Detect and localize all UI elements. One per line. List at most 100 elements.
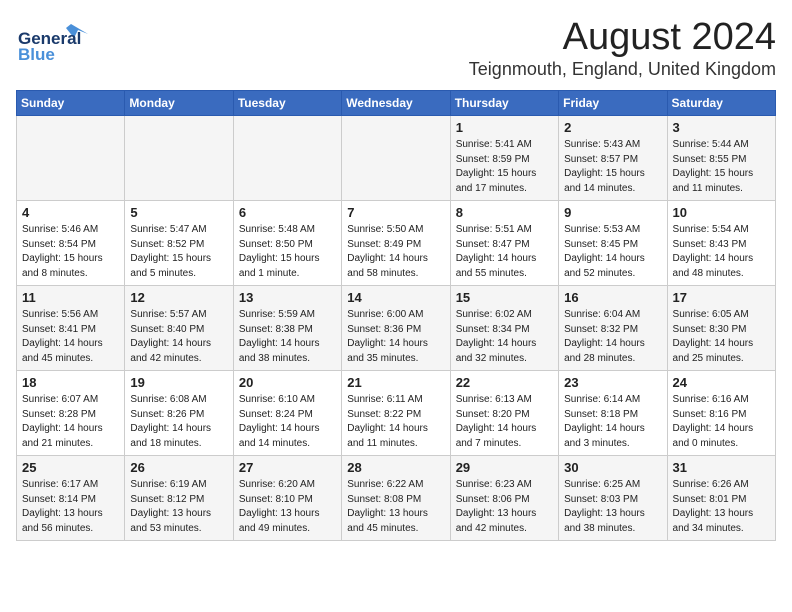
weekday-header: Thursday: [450, 91, 558, 116]
calendar-week: 18 Sunrise: 6:07 AM Sunset: 8:28 PM Dayli…: [17, 371, 776, 456]
calendar-cell: 13 Sunrise: 5:59 AM Sunset: 8:38 PM Dayli…: [233, 286, 341, 371]
calendar-cell: [125, 116, 233, 201]
cell-info: Sunrise: 5:43 AM Sunset: 8:57 PM Dayligh…: [564, 138, 661, 196]
day-number: 11: [22, 290, 119, 305]
cell-info: Sunrise: 5:59 AM Sunset: 8:38 PM Dayligh…: [239, 308, 336, 366]
day-number: 14: [347, 290, 444, 305]
header-row: SundayMondayTuesdayWednesdayThursdayFrid…: [17, 91, 776, 116]
weekday-header: Tuesday: [233, 91, 341, 116]
day-number: 18: [22, 375, 119, 390]
day-number: 3: [673, 120, 770, 135]
day-number: 13: [239, 290, 336, 305]
calendar-cell: 3Sunrise: 5:44 AM Sunset: 8:55 PM Daylig…: [667, 116, 775, 201]
calendar-table: SundayMondayTuesdayWednesdayThursdayFrid…: [16, 90, 776, 541]
cell-info: Sunrise: 6:19 AM Sunset: 8:12 PM Dayligh…: [130, 478, 227, 536]
day-number: 17: [673, 290, 770, 305]
calendar-cell: 21 Sunrise: 6:11 AM Sunset: 8:22 PM Dayli…: [342, 371, 450, 456]
day-number: 8: [456, 205, 553, 220]
title-block: August 2024 Teignmouth, England, United …: [469, 16, 776, 80]
cell-info: Sunrise: 6:17 AM Sunset: 8:14 PM Dayligh…: [22, 478, 119, 536]
cell-info: Sunrise: 6:23 AM Sunset: 8:06 PM Dayligh…: [456, 478, 553, 536]
cell-info: Sunrise: 6:07 AM Sunset: 8:28 PM Dayligh…: [22, 393, 119, 451]
day-number: 24: [673, 375, 770, 390]
weekday-header: Wednesday: [342, 91, 450, 116]
calendar-cell: 29 Sunrise: 6:23 AM Sunset: 8:06 PM Dayli…: [450, 456, 558, 541]
day-number: 22: [456, 375, 553, 390]
day-number: 4: [22, 205, 119, 220]
calendar-cell: 2 Sunrise: 5:43 AM Sunset: 8:57 PM Daylig…: [559, 116, 667, 201]
calendar-cell: 16Sunrise: 6:04 AM Sunset: 8:32 PM Dayli…: [559, 286, 667, 371]
calendar-cell: 26 Sunrise: 6:19 AM Sunset: 8:12 PM Dayli…: [125, 456, 233, 541]
weekday-header: Saturday: [667, 91, 775, 116]
day-number: 25: [22, 460, 119, 475]
calendar-cell: 15 Sunrise: 6:02 AM Sunset: 8:34 PM Dayli…: [450, 286, 558, 371]
day-number: 21: [347, 375, 444, 390]
cell-info: Sunrise: 6:08 AM Sunset: 8:26 PM Dayligh…: [130, 393, 227, 451]
calendar-week: 11 Sunrise: 5:56 AM Sunset: 8:41 PM Dayli…: [17, 286, 776, 371]
day-number: 2: [564, 120, 661, 135]
cell-info: Sunrise: 5:57 AM Sunset: 8:40 PM Dayligh…: [130, 308, 227, 366]
calendar-cell: 8Sunrise: 5:51 AM Sunset: 8:47 PM Daylig…: [450, 201, 558, 286]
cell-info: Sunrise: 6:26 AM Sunset: 8:01 PM Dayligh…: [673, 478, 770, 536]
day-number: 29: [456, 460, 553, 475]
weekday-header: Sunday: [17, 91, 125, 116]
cell-info: Sunrise: 5:54 AM Sunset: 8:43 PM Dayligh…: [673, 223, 770, 281]
calendar-week: 25 Sunrise: 6:17 AM Sunset: 8:14 PM Dayli…: [17, 456, 776, 541]
calendar-cell: 28 Sunrise: 6:22 AM Sunset: 8:08 PM Dayli…: [342, 456, 450, 541]
calendar-cell: 14Sunrise: 6:00 AM Sunset: 8:36 PM Dayli…: [342, 286, 450, 371]
subtitle: Teignmouth, England, United Kingdom: [469, 59, 776, 80]
calendar-cell: 9Sunrise: 5:53 AM Sunset: 8:45 PM Daylig…: [559, 201, 667, 286]
calendar-cell: 6Sunrise: 5:48 AM Sunset: 8:50 PM Daylig…: [233, 201, 341, 286]
calendar-cell: 18 Sunrise: 6:07 AM Sunset: 8:28 PM Dayli…: [17, 371, 125, 456]
day-number: 6: [239, 205, 336, 220]
calendar-cell: [342, 116, 450, 201]
calendar-cell: 22 Sunrise: 6:13 AM Sunset: 8:20 PM Dayli…: [450, 371, 558, 456]
weekday-header: Friday: [559, 91, 667, 116]
cell-info: Sunrise: 5:50 AM Sunset: 8:49 PM Dayligh…: [347, 223, 444, 281]
cell-info: Sunrise: 6:25 AM Sunset: 8:03 PM Dayligh…: [564, 478, 661, 536]
cell-info: Sunrise: 6:05 AM Sunset: 8:30 PM Dayligh…: [673, 308, 770, 366]
day-number: 16: [564, 290, 661, 305]
calendar-cell: 5Sunrise: 5:47 AM Sunset: 8:52 PM Daylig…: [125, 201, 233, 286]
day-number: 5: [130, 205, 227, 220]
cell-info: Sunrise: 5:53 AM Sunset: 8:45 PM Dayligh…: [564, 223, 661, 281]
cell-info: Sunrise: 6:02 AM Sunset: 8:34 PM Dayligh…: [456, 308, 553, 366]
day-number: 7: [347, 205, 444, 220]
calendar-cell: 25 Sunrise: 6:17 AM Sunset: 8:14 PM Dayli…: [17, 456, 125, 541]
calendar-cell: 10Sunrise: 5:54 AM Sunset: 8:43 PM Dayli…: [667, 201, 775, 286]
cell-info: Sunrise: 6:16 AM Sunset: 8:16 PM Dayligh…: [673, 393, 770, 451]
calendar-cell: 30Sunrise: 6:25 AM Sunset: 8:03 PM Dayli…: [559, 456, 667, 541]
calendar-cell: 4 Sunrise: 5:46 AM Sunset: 8:54 PM Daylig…: [17, 201, 125, 286]
cell-info: Sunrise: 6:22 AM Sunset: 8:08 PM Dayligh…: [347, 478, 444, 536]
cell-info: Sunrise: 5:56 AM Sunset: 8:41 PM Dayligh…: [22, 308, 119, 366]
calendar-week: 4 Sunrise: 5:46 AM Sunset: 8:54 PM Daylig…: [17, 201, 776, 286]
calendar-cell: 7 Sunrise: 5:50 AM Sunset: 8:49 PM Daylig…: [342, 201, 450, 286]
day-number: 28: [347, 460, 444, 475]
calendar-cell: 31Sunrise: 6:26 AM Sunset: 8:01 PM Dayli…: [667, 456, 775, 541]
day-number: 19: [130, 375, 227, 390]
day-number: 12: [130, 290, 227, 305]
day-number: 15: [456, 290, 553, 305]
day-number: 27: [239, 460, 336, 475]
calendar-cell: 12 Sunrise: 5:57 AM Sunset: 8:40 PM Dayli…: [125, 286, 233, 371]
cell-info: Sunrise: 5:46 AM Sunset: 8:54 PM Dayligh…: [22, 223, 119, 281]
calendar-cell: 27 Sunrise: 6:20 AM Sunset: 8:10 PM Dayli…: [233, 456, 341, 541]
cell-info: Sunrise: 6:14 AM Sunset: 8:18 PM Dayligh…: [564, 393, 661, 451]
logo: GeneralBlue: [16, 16, 96, 61]
day-number: 26: [130, 460, 227, 475]
calendar-cell: 23 Sunrise: 6:14 AM Sunset: 8:18 PM Dayli…: [559, 371, 667, 456]
calendar-cell: [17, 116, 125, 201]
calendar-cell: [233, 116, 341, 201]
weekday-header: Monday: [125, 91, 233, 116]
svg-text:Blue: Blue: [18, 45, 55, 61]
cell-info: Sunrise: 6:11 AM Sunset: 8:22 PM Dayligh…: [347, 393, 444, 451]
cell-info: Sunrise: 6:13 AM Sunset: 8:20 PM Dayligh…: [456, 393, 553, 451]
cell-info: Sunrise: 6:10 AM Sunset: 8:24 PM Dayligh…: [239, 393, 336, 451]
day-number: 23: [564, 375, 661, 390]
cell-info: Sunrise: 5:41 AM Sunset: 8:59 PM Dayligh…: [456, 138, 553, 196]
day-number: 1: [456, 120, 553, 135]
calendar-week: 1 Sunrise: 5:41 AM Sunset: 8:59 PM Daylig…: [17, 116, 776, 201]
calendar-cell: 1 Sunrise: 5:41 AM Sunset: 8:59 PM Daylig…: [450, 116, 558, 201]
calendar-cell: 17 Sunrise: 6:05 AM Sunset: 8:30 PM Dayli…: [667, 286, 775, 371]
cell-info: Sunrise: 6:20 AM Sunset: 8:10 PM Dayligh…: [239, 478, 336, 536]
